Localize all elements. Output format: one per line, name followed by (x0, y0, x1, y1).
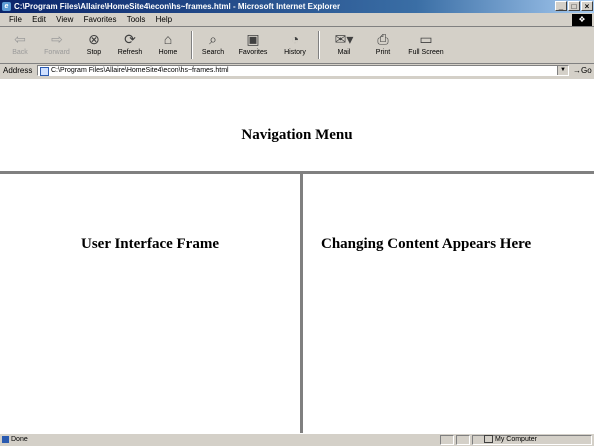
menu-edit[interactable]: Edit (28, 14, 50, 26)
printer-icon: ⎙ (377, 31, 389, 47)
back-label: Back (12, 49, 28, 56)
forward-label: Forward (44, 49, 70, 56)
go-arrow-icon: → (573, 66, 581, 75)
print-label: Print (375, 49, 391, 56)
window-controls: _ □ × (555, 1, 593, 12)
user-interface-frame: User Interface Frame (0, 174, 303, 433)
search-button[interactable]: ⌕ Search (197, 28, 229, 62)
go-button[interactable]: →Go (573, 66, 592, 75)
stop-label: Stop (86, 49, 102, 56)
menu-bar: File Edit View Favorites Tools Help ❖ (0, 14, 594, 27)
address-url: C:\Program Files\Allaire\HomeSite4\econ\… (51, 67, 229, 74)
toolbar-separator (191, 31, 193, 59)
frameset: Navigation Menu User Interface Frame Cha… (0, 79, 594, 433)
home-label: Home (158, 49, 178, 56)
standard-toolbar: ⇦ Back ⇨ Forward ⊗ Stop ⟳ Refresh ⌂ Home… (0, 27, 594, 64)
page-icon (40, 67, 49, 76)
print-button[interactable]: ⎙ Print (368, 28, 398, 62)
maximize-button[interactable]: □ (568, 1, 580, 11)
status-pane (456, 435, 470, 445)
title-bar: e C:\Program Files\Allaire\HomeSite4\eco… (0, 0, 594, 13)
menu-help[interactable]: Help (152, 14, 176, 26)
menu-view[interactable]: View (52, 14, 77, 26)
menu-favorites[interactable]: Favorites (80, 14, 121, 26)
fullscreen-button[interactable]: ▭ Full Screen (404, 28, 448, 62)
close-button[interactable]: × (581, 1, 593, 11)
forward-arrow-icon: ⇨ (51, 31, 63, 47)
history-button[interactable]: ◔ History (279, 28, 311, 62)
favorites-button[interactable]: ▣ Favorites (233, 28, 273, 62)
status-pane (440, 435, 454, 445)
user-interface-heading: User Interface Frame (81, 236, 219, 252)
history-label: History (284, 49, 306, 56)
forward-button[interactable]: ⇨ Forward (40, 28, 74, 62)
menu-tools[interactable]: Tools (123, 14, 150, 26)
windows-logo-icon: ❖ (572, 14, 592, 26)
refresh-icon: ⟳ (124, 31, 136, 47)
chevron-down-icon[interactable]: ▼ (557, 66, 568, 75)
status-bar: Done My Computer (0, 433, 594, 446)
content-frame: Changing Content Appears Here (303, 174, 594, 433)
status-label: Done (11, 436, 28, 443)
address-label: Address (3, 66, 33, 75)
home-icon: ⌂ (163, 31, 173, 47)
security-zone: My Computer (484, 434, 537, 446)
stop-button[interactable]: ⊗ Stop (80, 28, 108, 62)
go-label: Go (581, 66, 592, 75)
window-title: C:\Program Files\Allaire\HomeSite4\econ\… (14, 2, 341, 11)
refresh-button[interactable]: ⟳ Refresh (113, 28, 147, 62)
history-icon: ◔ (290, 31, 300, 47)
fullscreen-label: Full Screen (408, 49, 444, 56)
fullscreen-icon: ▭ (419, 31, 433, 47)
status-text: Done (2, 434, 28, 446)
mail-label: Mail (337, 49, 351, 56)
address-input[interactable]: C:\Program Files\Allaire\HomeSite4\econ\… (37, 65, 569, 76)
navigation-frame: Navigation Menu (0, 79, 594, 174)
home-button[interactable]: ⌂ Home (153, 28, 183, 62)
stop-icon: ⊗ (88, 31, 100, 47)
favorites-folder-icon: ▣ (246, 31, 260, 47)
address-bar: Address C:\Program Files\Allaire\HomeSit… (0, 64, 594, 78)
menu-file[interactable]: File (5, 14, 26, 26)
mail-button[interactable]: ✉▾ Mail (326, 28, 362, 62)
search-icon: ⌕ (209, 31, 217, 47)
zone-label: My Computer (495, 436, 538, 443)
favorites-label: Favorites (238, 49, 268, 56)
content-heading: Changing Content Appears Here (321, 236, 532, 252)
back-button[interactable]: ⇦ Back (6, 28, 34, 62)
refresh-label: Refresh (117, 49, 143, 56)
mail-icon: ✉▾ (334, 31, 354, 47)
search-label: Search (201, 49, 225, 56)
minimize-button[interactable]: _ (555, 1, 567, 11)
page-done-icon (2, 435, 9, 443)
ie-logo-icon: e (2, 2, 11, 11)
computer-icon (484, 435, 493, 444)
navigation-heading: Navigation Menu (241, 127, 353, 143)
back-arrow-icon: ⇦ (14, 31, 26, 47)
toolbar-separator (318, 31, 320, 59)
